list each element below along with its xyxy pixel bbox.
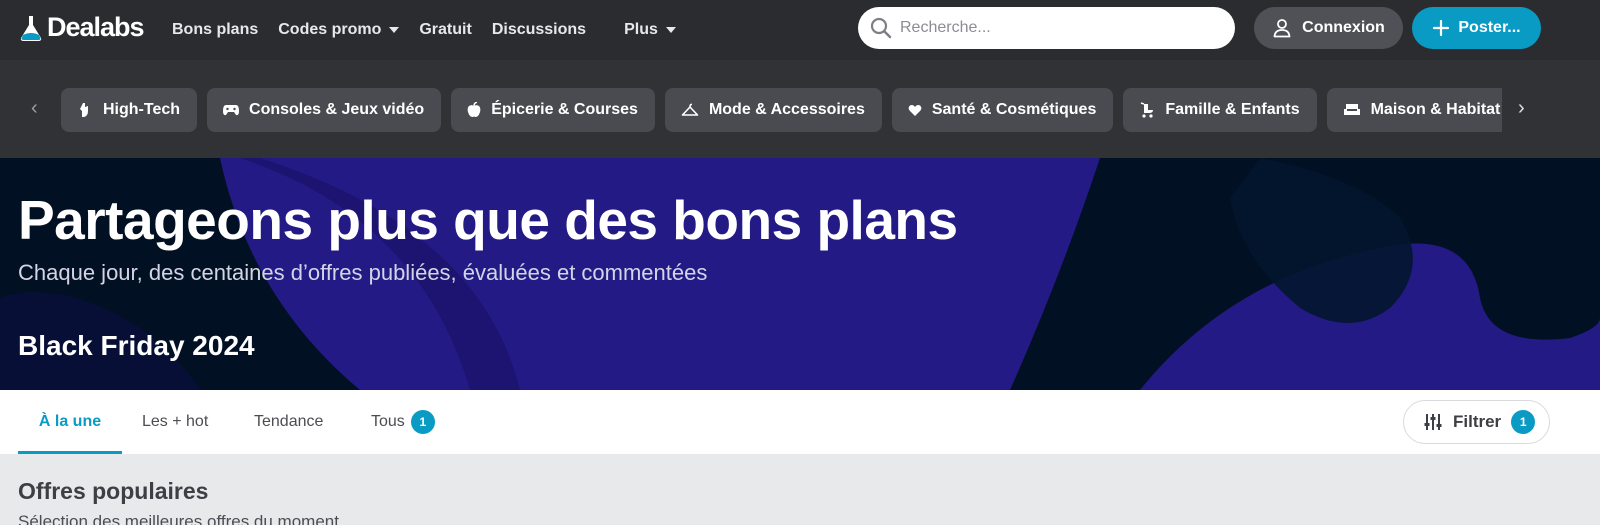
search-input[interactable]: [900, 19, 1210, 37]
nav-label: Discussions: [491, 21, 587, 38]
category-label: Maison & Habitat: [1370, 101, 1501, 118]
chevron-down-icon: [665, 27, 676, 33]
category-bar: ‹ High-Tech Consoles & Jeux vidéo Épicer…: [0, 60, 1600, 158]
nav-label: Bons plans: [172, 21, 259, 38]
tab-tendance[interactable]: Tendance: [254, 390, 323, 454]
hanger-icon: [681, 103, 699, 116]
tab-tous[interactable]: Tous 1: [371, 390, 435, 454]
nav-label: Gratuit: [419, 21, 472, 38]
brand-name: Dealabs: [47, 12, 145, 42]
category-sante[interactable]: Santé & Cosmétiques: [891, 88, 1114, 132]
category-mode[interactable]: Mode & Accessoires: [664, 88, 882, 132]
stroller-icon: [1141, 102, 1154, 118]
nav-bons-plans[interactable]: Bons plans: [172, 21, 258, 39]
post-button[interactable]: Poster...: [1412, 7, 1541, 49]
category-label: Mode & Accessoires: [708, 101, 865, 118]
hero-event-title[interactable]: Black Friday 2024: [18, 330, 255, 362]
category-maison[interactable]: Maison & Habitat: [1326, 88, 1502, 132]
category-list: High-Tech Consoles & Jeux vidéo Épicerie…: [61, 88, 1502, 132]
section-subtitle: Sélection des meilleures offres du momen…: [18, 512, 339, 525]
dealabs-logo[interactable]: Dealabs: [18, 12, 145, 43]
sofa-icon: [1343, 104, 1360, 115]
tab-label: À la une: [38, 413, 102, 430]
category-label: Santé & Cosmétiques: [931, 101, 1097, 118]
filter-button[interactable]: Filtrer 1: [1403, 400, 1550, 444]
search-icon: [870, 17, 892, 39]
chevron-down-icon: [389, 27, 400, 33]
nav-plus[interactable]: Plus: [624, 21, 676, 39]
tab-label: Les + hot: [142, 413, 209, 430]
tab-label: Tendance: [254, 413, 324, 430]
flask-logo-icon: [20, 15, 42, 41]
deal-tabs: À la une Les + hot Tendance Tous 1 Filtr…: [0, 390, 1600, 454]
main-nav: Bons plans Codes promo Gratuit Discussio…: [172, 0, 696, 60]
user-icon: [1273, 19, 1291, 38]
gamepad-icon: [223, 105, 240, 116]
count-badge: 1: [410, 410, 435, 434]
filter-count-badge: 1: [1511, 410, 1536, 434]
chevron-left-icon[interactable]: ‹: [31, 97, 38, 120]
category-high-tech[interactable]: High-Tech: [61, 88, 198, 132]
sliders-icon: [1424, 414, 1442, 430]
category-label: Épicerie & Courses: [491, 101, 638, 118]
section-title: Offres populaires: [18, 478, 209, 504]
chevron-right-icon[interactable]: ›: [1518, 97, 1525, 120]
tab-label: Tous: [371, 413, 405, 430]
top-navigation: Dealabs Bons plans Codes promo Gratuit D…: [0, 0, 1600, 60]
nav-gratuit[interactable]: Gratuit: [419, 21, 471, 39]
nav-label: Plus: [624, 21, 658, 38]
category-epicerie[interactable]: Épicerie & Courses: [451, 88, 655, 132]
heart-icon: [908, 104, 922, 116]
tab-les-plus-hot[interactable]: Les + hot: [142, 390, 208, 454]
hero-title: Partageons plus que des bons plans: [18, 189, 958, 251]
hero-subtitle: Chaque jour, des centaines d’offres publ…: [18, 260, 708, 285]
apple-icon: [467, 102, 481, 117]
search-bar[interactable]: [858, 7, 1235, 49]
category-label: Consoles & Jeux vidéo: [249, 101, 425, 118]
login-button[interactable]: Connexion: [1254, 7, 1403, 49]
nav-codes-promo[interactable]: Codes promo: [278, 21, 400, 39]
post-label: Poster...: [1458, 19, 1521, 36]
plus-icon: [1433, 19, 1450, 37]
nav-discussions[interactable]: Discussions: [492, 21, 586, 39]
category-label: Famille & Enfants: [1165, 101, 1300, 118]
category-label: High-Tech: [103, 101, 181, 118]
category-famille[interactable]: Famille & Enfants: [1123, 88, 1317, 132]
login-label: Connexion: [1302, 19, 1385, 36]
hand-tech-icon: [80, 103, 88, 117]
hero-banner: Partageons plus que des bons plans Chaqu…: [0, 158, 1600, 390]
tab-a-la-une[interactable]: À la une: [18, 390, 122, 454]
nav-label: Codes promo: [278, 21, 382, 38]
filter-label: Filtrer: [1453, 412, 1502, 431]
category-consoles[interactable]: Consoles & Jeux vidéo: [207, 88, 442, 132]
